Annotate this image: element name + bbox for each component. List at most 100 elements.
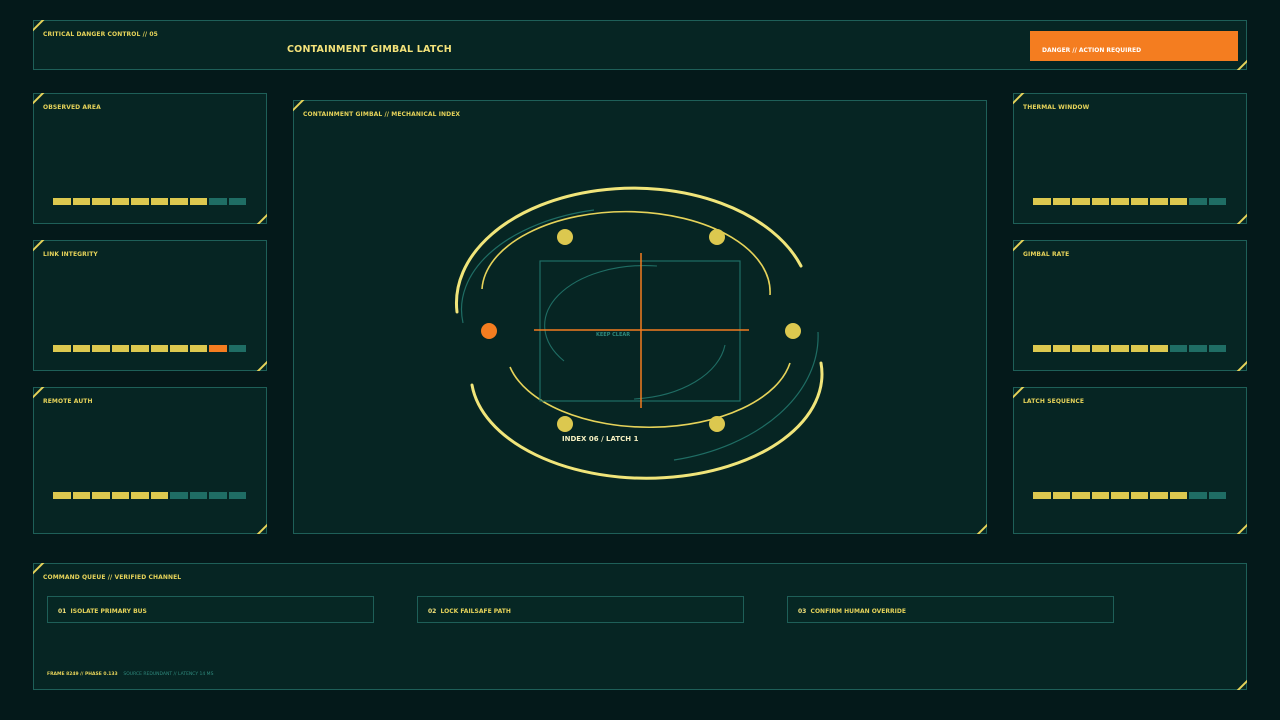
meter-segment: [1208, 492, 1226, 499]
command-confirm-human-override[interactable]: 03 CONFIRM HUMAN OVERRIDE: [787, 596, 1114, 623]
thermal-window-panel: THERMAL WINDOW: [1013, 93, 1247, 224]
meter-segment: [53, 345, 71, 352]
meter-segment: [92, 492, 110, 499]
command-number: 02: [428, 608, 437, 615]
meter-segment: [1052, 198, 1070, 205]
meter-segment: [1111, 345, 1129, 352]
panel-label: THERMAL WINDOW: [1023, 104, 1090, 111]
index-frame: [539, 260, 741, 402]
page-title: CONTAINMENT GIMBAL LATCH: [287, 44, 452, 55]
meter-segment: [1033, 198, 1051, 205]
panel-label: LINK INTEGRITY: [43, 251, 98, 258]
command-lock-failsafe-path[interactable]: 02 LOCK FAILSAFE PATH: [417, 596, 744, 623]
meter-segment: [150, 492, 168, 499]
keep-clear-label: KEEP CLEAR: [596, 332, 630, 338]
meter-segment: [1072, 198, 1090, 205]
command-isolate-primary-bus[interactable]: 01 ISOLATE PRIMARY BUS: [47, 596, 374, 623]
status-footer: FRAME 8249 // PHASE 0.133 SOURCE REDUNDA…: [47, 672, 214, 677]
meter-segment: [1111, 198, 1129, 205]
source-readout: SOURCE REDUNDANT: [123, 672, 173, 677]
meter-segment: [189, 198, 207, 205]
meter-segment: [1189, 492, 1207, 499]
frame-readout: FRAME 8249: [47, 672, 79, 677]
meter-segment: [1091, 492, 1109, 499]
meter-segment: [1111, 492, 1129, 499]
meter-segment: [1189, 345, 1207, 352]
command-text: ISOLATE PRIMARY BUS: [70, 608, 147, 615]
meter-segment: [189, 345, 207, 352]
meter-segment: [1052, 345, 1070, 352]
meter-segment: [53, 492, 71, 499]
outer-teal-arc-left: [460, 209, 595, 324]
meter-segment: [111, 198, 129, 205]
meter-segment: [72, 198, 90, 205]
phase-readout: PHASE 0.133: [84, 672, 118, 677]
meter-segment: [131, 198, 149, 205]
panel-label: REMOTE AUTH: [43, 398, 93, 405]
meter-segment: [228, 345, 246, 352]
meter-segment: [1169, 492, 1187, 499]
meter-segment: [72, 492, 90, 499]
command-number: 03: [798, 608, 807, 615]
meter-segment: [1033, 492, 1051, 499]
meter-segment: [1072, 492, 1090, 499]
index-label: INDEX 06 / LATCH 1: [562, 435, 639, 443]
meter-segment: [72, 345, 90, 352]
latch-node-alert: [481, 323, 497, 339]
meter-segment: [1072, 345, 1090, 352]
panel-label: COMMAND QUEUE // VERIFIED CHANNEL: [43, 574, 182, 581]
gimbal-panel: CONTAINMENT GIMBAL // MECHANICAL INDEX K…: [293, 100, 987, 534]
meter-segment: [92, 198, 110, 205]
meter-segment: [131, 492, 149, 499]
segment-meter: [1033, 198, 1226, 205]
meter-segment: [1130, 492, 1148, 499]
latch-node: [557, 229, 573, 245]
latch-node: [557, 416, 573, 432]
outer-teal-arc-right: [673, 331, 819, 461]
meter-segment: [1052, 492, 1070, 499]
inner-teal-arc-right: [633, 344, 726, 400]
meter-segment: [92, 345, 110, 352]
meter-segment: [209, 345, 227, 352]
meter-segment: [170, 345, 188, 352]
segment-meter: [1033, 345, 1226, 352]
panel-label: OBSERVED AREA: [43, 104, 101, 111]
meter-segment: [1150, 198, 1168, 205]
header-label: CRITICAL DANGER CONTROL // 05: [43, 31, 158, 38]
observed-area-panel: OBSERVED AREA: [33, 93, 267, 224]
command-number: 01: [58, 608, 67, 615]
meter-segment: [1150, 492, 1168, 499]
meter-segment: [1033, 345, 1051, 352]
meter-segment: [1169, 198, 1187, 205]
meter-segment: [111, 492, 129, 499]
command-queue-panel: COMMAND QUEUE // VERIFIED CHANNEL 01 ISO…: [33, 563, 1247, 690]
segment-meter: [53, 345, 246, 352]
segment-meter: [1033, 492, 1226, 499]
meter-segment: [209, 492, 227, 499]
meter-segment: [170, 198, 188, 205]
remote-auth-panel: REMOTE AUTH: [33, 387, 267, 534]
meter-segment: [209, 198, 227, 205]
meter-segment: [1169, 345, 1187, 352]
inner-teal-arc-left: [544, 265, 658, 362]
panel-label: GIMBAL RATE: [1023, 251, 1070, 258]
meter-segment: [1130, 198, 1148, 205]
meter-segment: [111, 345, 129, 352]
latch-node: [709, 416, 725, 432]
meter-segment: [189, 492, 207, 499]
command-text: CONFIRM HUMAN OVERRIDE: [810, 608, 906, 615]
meter-segment: [228, 198, 246, 205]
meter-segment: [1091, 198, 1109, 205]
meter-segment: [1208, 345, 1226, 352]
header-panel: CRITICAL DANGER CONTROL // 05 CONTAINMEN…: [33, 20, 1247, 70]
latch-node: [785, 323, 801, 339]
meter-segment: [228, 492, 246, 499]
segment-meter: [53, 492, 246, 499]
segment-meter: [53, 198, 246, 205]
latency-readout: LATENCY 14 MS: [177, 672, 214, 677]
meter-segment: [150, 198, 168, 205]
meter-segment: [53, 198, 71, 205]
danger-badge[interactable]: DANGER // ACTION REQUIRED: [1030, 31, 1238, 61]
meter-segment: [1189, 198, 1207, 205]
gimbal-rate-panel: GIMBAL RATE: [1013, 240, 1247, 371]
